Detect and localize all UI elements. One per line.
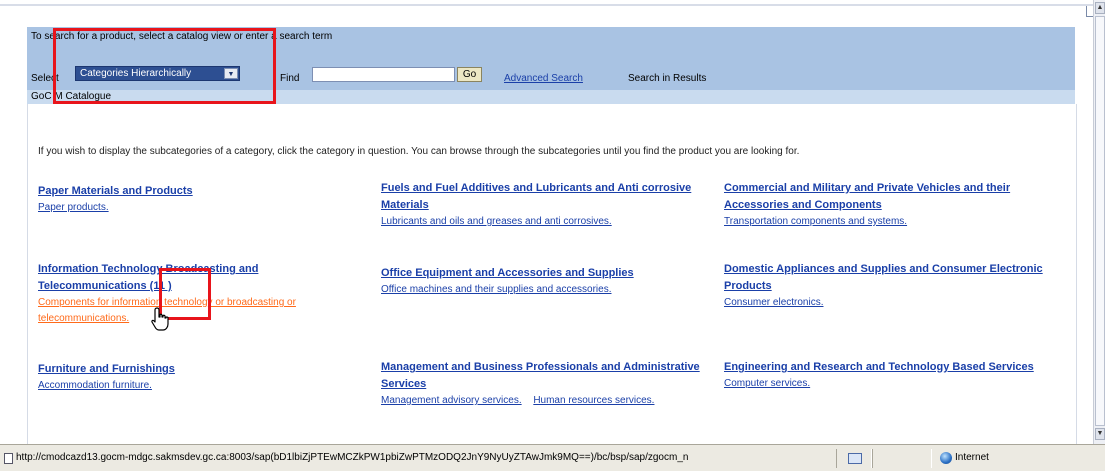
category-title[interactable]: Management and Business Professionals an… [381,359,721,393]
scroll-down-arrow-icon[interactable]: ▼ [1095,428,1105,440]
subcategory-link[interactable]: Paper products. [38,202,109,213]
scroll-thumb[interactable] [1095,16,1105,426]
status-url: http://cmodcazd13.gocm-mdgc.sakmsdev.gc.… [16,452,689,463]
security-zone-label: Internet [955,452,989,463]
subcategory-link[interactable]: Office machines and their supplies and a… [381,284,612,295]
category-engineering-services: Engineering and Research and Technology … [724,359,1054,392]
go-button[interactable]: Go [457,67,482,82]
hand-cursor-icon [151,307,169,331]
category-title[interactable]: Commercial and Military and Private Vehi… [724,180,1064,214]
subcategory-link[interactable]: Consumer electronics. [724,297,823,308]
vertical-scrollbar[interactable]: ▲ ▼ [1093,0,1105,444]
category-furniture: Furniture and Furnishings Accommodation … [38,361,368,394]
intro-text: If you wish to display the subcategories… [38,146,800,157]
subcategory-link[interactable]: Human resources services. [533,395,654,406]
status-bar: http://cmodcazd13.gocm-mdgc.sakmsdev.gc.… [0,444,1105,471]
category-title[interactable]: Furniture and Furnishings [38,361,368,378]
find-input[interactable] [312,67,455,82]
category-title[interactable]: Fuels and Fuel Additives and Lubricants … [381,180,701,214]
category-management-services: Management and Business Professionals an… [381,359,721,409]
category-domestic-appliances: Domestic Appliances and Supplies and Con… [724,261,1054,311]
monitor-icon [848,453,862,464]
subcategory-link[interactable]: Transportation components and systems. [724,216,907,227]
frame-top-rule [0,4,1093,6]
category-title[interactable]: Domestic Appliances and Supplies and Con… [724,261,1054,295]
globe-icon [940,452,952,464]
browser-viewport: To search for a product, select a catalo… [0,0,1093,444]
find-label: Find [280,73,300,84]
category-paper: Paper Materials and Products Paper produ… [38,183,368,216]
category-office-equipment: Office Equipment and Accessories and Sup… [381,265,711,298]
advanced-search-link[interactable]: Advanced Search [504,73,583,84]
subcategory-link[interactable]: Management advisory services. [381,395,522,406]
category-vehicles: Commercial and Military and Private Vehi… [724,180,1064,230]
category-title[interactable]: Paper Materials and Products [38,183,368,200]
frame-corner-marker [1086,6,1093,17]
subcategory-link[interactable]: Lubricants and oils and greases and anti… [381,216,612,227]
category-fuels: Fuels and Fuel Additives and Lubricants … [381,180,701,230]
status-pane [872,449,932,468]
search-in-results-label[interactable]: Search in Results [628,73,706,84]
page-icon [4,453,13,464]
category-title[interactable]: Engineering and Research and Technology … [724,359,1054,376]
highlight-box-catalog-select [53,28,276,104]
scroll-up-arrow-icon[interactable]: ▲ [1095,2,1105,14]
subcategory-link[interactable]: Computer services. [724,378,810,389]
category-title[interactable]: Office Equipment and Accessories and Sup… [381,265,711,282]
subcategory-link[interactable]: Accommodation furniture. [38,380,152,391]
